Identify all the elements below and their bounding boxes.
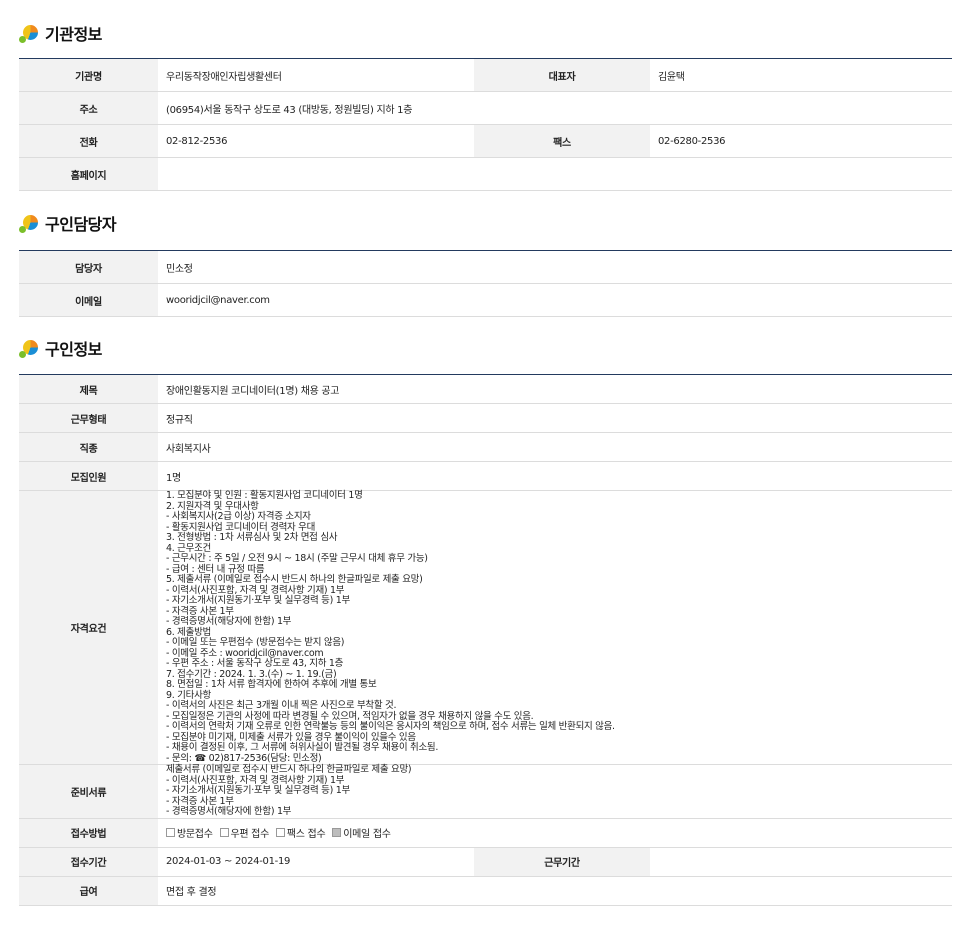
email-label: 이메일 (19, 283, 158, 317)
pay-label: 급여 (19, 876, 158, 906)
method-email-checkbox[interactable]: 이메일 접수 (332, 825, 391, 840)
method-label-text: 이메일 접수 (343, 829, 391, 840)
method-label: 접수방법 (19, 818, 158, 848)
checkbox-checked-icon (332, 828, 342, 837)
period-label: 접수기간 (19, 847, 158, 877)
addr-value: (06954)서울 동작구 상도로 43 (대방동, 정원빌딩) 지하 1층 (158, 91, 952, 125)
job-kind-label: 직종 (19, 432, 158, 462)
org-name-label: 기관명 (19, 58, 158, 92)
work-period-value (650, 847, 952, 877)
table-row: 직종 사회복지사 (19, 432, 952, 462)
method-options: 방문접수 우편 접수 팩스 접수 이메일 접수 (158, 818, 952, 848)
method-label-text: 방문접수 (177, 829, 213, 840)
org-info-table: 기관명 우리동작장애인자립생활센터 대표자 김윤택 주소 (06954)서울 동… (19, 58, 952, 191)
person-value: 민소정 (158, 250, 952, 284)
checkbox-icon (275, 828, 285, 837)
method-label-text: 팩스 접수 (286, 829, 326, 840)
table-row: 담당자 민소정 (19, 250, 952, 284)
bullet-icon (19, 23, 39, 43)
homepage-label: 홈페이지 (19, 157, 158, 191)
tel-label: 전화 (19, 124, 158, 158)
table-row: 주소 (06954)서울 동작구 상도로 43 (대방동, 정원빌딩) 지하 1… (19, 91, 952, 125)
homepage-value[interactable] (158, 157, 952, 191)
tel-value: 02-812-2536 (158, 124, 474, 158)
checkbox-icon (219, 828, 229, 837)
method-fax-checkbox[interactable]: 팩스 접수 (275, 825, 326, 840)
bullet-icon (19, 213, 39, 233)
fax-label: 팩스 (474, 124, 650, 158)
table-row: 접수방법 방문접수 우편 접수 팩스 접수 이메일 접수 (19, 818, 952, 848)
table-row: 자격요건 1. 모집분야 및 인원 : 활동지원사업 코디네이터 1명 2. 지… (19, 490, 952, 765)
table-row: 준비서류 제출서류 (이메일로 접수시 반드시 하나의 한글파일로 제출 요망)… (19, 764, 952, 819)
bullet-icon (19, 338, 39, 358)
table-row: 근무형태 정규직 (19, 403, 952, 433)
period-value: 2024-01-03 ~ 2024-01-19 (158, 847, 474, 877)
table-row: 기관명 우리동작장애인자립생활센터 대표자 김윤택 (19, 58, 952, 92)
section-label: 구인정보 (45, 340, 102, 359)
person-label: 담당자 (19, 250, 158, 284)
documents-label: 준비서류 (19, 764, 158, 819)
table-row: 급여 면접 후 결정 (19, 876, 952, 906)
work-type: 정규직 (158, 403, 952, 433)
count-label: 모집인원 (19, 461, 158, 491)
addr-label: 주소 (19, 91, 158, 125)
section-title-org: 기관정보 (19, 20, 102, 46)
section-title-job: 구인정보 (19, 335, 102, 361)
table-row: 접수기간 2024-01-03 ~ 2024-01-19 근무기간 (19, 847, 952, 877)
table-row: 제목 장애인활동지원 코디네이터(1명) 채용 공고 (19, 374, 952, 404)
documents-text: 제출서류 (이메일로 접수시 반드시 하나의 한글파일로 제출 요망) - 이력… (158, 764, 952, 819)
rep-label: 대표자 (474, 58, 650, 92)
qualification-text: 1. 모집분야 및 인원 : 활동지원사업 코디네이터 1명 2. 지원자격 및… (158, 490, 952, 765)
job-info-table: 제목 장애인활동지원 코디네이터(1명) 채용 공고 근무형태 정규직 직종 사… (19, 374, 952, 906)
method-visit-checkbox[interactable]: 방문접수 (166, 825, 213, 840)
section-label: 기관정보 (45, 25, 102, 44)
method-mail-checkbox[interactable]: 우편 접수 (219, 825, 270, 840)
qualification-label: 자격요건 (19, 490, 158, 765)
rep-value: 김윤택 (650, 58, 952, 92)
work-type-label: 근무형태 (19, 403, 158, 433)
pay-value: 면접 후 결정 (158, 876, 952, 906)
email-value[interactable]: wooridjcil@naver.com (158, 283, 952, 317)
fax-value: 02-6280-2536 (650, 124, 952, 158)
method-label-text: 우편 접수 (230, 829, 270, 840)
checkbox-icon (166, 828, 175, 837)
section-label: 구인담당자 (45, 215, 117, 234)
table-row: 이메일 wooridjcil@naver.com (19, 283, 952, 317)
job-title: 장애인활동지원 코디네이터(1명) 채용 공고 (158, 374, 952, 404)
table-row: 홈페이지 (19, 157, 952, 191)
job-kind: 사회복지사 (158, 432, 952, 462)
work-period-label: 근무기간 (474, 847, 650, 877)
org-name: 우리동작장애인자립생활센터 (158, 58, 474, 92)
section-title-contact: 구인담당자 (19, 210, 117, 236)
job-title-label: 제목 (19, 374, 158, 404)
contact-table: 담당자 민소정 이메일 wooridjcil@naver.com (19, 250, 952, 317)
table-row: 전화 02-812-2536 팩스 02-6280-2536 (19, 124, 952, 158)
table-row: 모집인원 1명 (19, 461, 952, 491)
count-value: 1명 (158, 461, 952, 491)
